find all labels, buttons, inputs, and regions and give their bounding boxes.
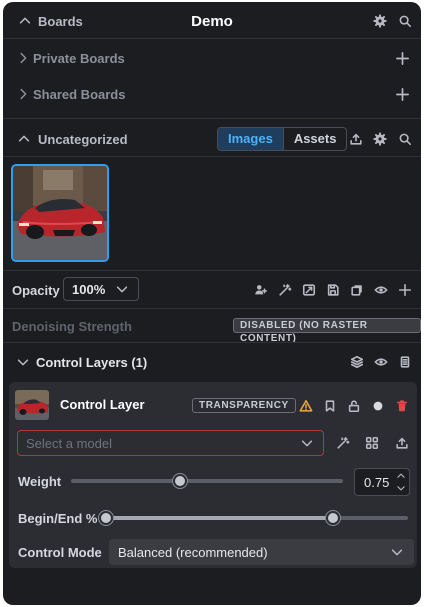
begin-end-label: Begin/End % xyxy=(18,511,98,526)
nodes-icon[interactable] xyxy=(364,435,380,451)
search-icon[interactable] xyxy=(397,13,413,29)
layers-icon[interactable] xyxy=(349,354,365,370)
denoise-row: Denoising Strength DISABLED (NO RASTER C… xyxy=(3,316,421,344)
opacity-row: Opacity 100% xyxy=(3,277,421,303)
magic-wand-icon[interactable] xyxy=(335,435,351,451)
chevron-up-icon[interactable] xyxy=(16,131,32,147)
fit-frame-icon[interactable] xyxy=(301,282,317,298)
gear-icon[interactable] xyxy=(372,13,388,29)
divider xyxy=(3,38,421,39)
transparency-badge: TRANSPARENCY xyxy=(192,398,296,413)
begin-end-fill xyxy=(106,516,333,520)
uncategorized-label[interactable]: Uncategorized xyxy=(38,132,128,147)
divider xyxy=(3,270,421,271)
upload-icon[interactable] xyxy=(394,435,410,451)
control-layers-header: Control Layers (1) xyxy=(3,351,421,373)
layer-name[interactable]: Control Layer xyxy=(60,397,145,412)
denoise-status-badge: DISABLED (NO RASTER CONTENT) xyxy=(233,318,421,344)
model-select[interactable]: Select a model xyxy=(17,430,324,456)
weight-slider[interactable] xyxy=(71,472,343,490)
delete-all-icon[interactable] xyxy=(397,354,413,370)
users-plus-icon[interactable] xyxy=(253,282,269,298)
layer-thumbnail[interactable] xyxy=(15,390,49,420)
weight-label: Weight xyxy=(18,474,62,489)
control-mode-value: Balanced (recommended) xyxy=(118,544,268,560)
save-icon[interactable] xyxy=(325,282,341,298)
eye-icon[interactable] xyxy=(373,282,389,298)
private-boards-row[interactable]: Private Boards xyxy=(3,48,421,68)
weight-slider-track xyxy=(71,479,343,483)
end-thumb[interactable] xyxy=(325,511,340,525)
warning-icon[interactable] xyxy=(298,398,314,414)
weight-slider-thumb[interactable] xyxy=(172,474,187,488)
model-placeholder: Select a model xyxy=(26,435,112,451)
increment-icon[interactable] xyxy=(395,470,407,482)
chevron-down-icon xyxy=(114,281,130,297)
chevron-down-icon xyxy=(389,544,405,560)
shared-boards-label[interactable]: Shared Boards xyxy=(33,87,125,102)
opacity-value: 100% xyxy=(72,281,106,297)
unlock-icon[interactable] xyxy=(346,398,362,414)
divider xyxy=(3,156,421,157)
shared-boards-row[interactable]: Shared Boards xyxy=(3,84,421,104)
opacity-label: Opacity xyxy=(12,282,60,298)
divider xyxy=(3,342,421,343)
magic-wand-icon[interactable] xyxy=(277,282,293,298)
private-boards-label[interactable]: Private Boards xyxy=(33,51,125,66)
boards-header: Boards Demo xyxy=(3,10,421,32)
opacity-select[interactable]: 100% xyxy=(63,277,139,301)
chevron-right-icon[interactable] xyxy=(15,86,31,102)
control-mode-select[interactable]: Balanced (recommended) xyxy=(109,539,414,565)
control-layer-card: Control Layer TRANSPARENCY Select a mode… xyxy=(9,382,417,568)
boards-panel: Boards Demo Private Boards Shared Boards xyxy=(3,2,421,605)
uncategorized-row: Uncategorized Images Assets xyxy=(3,126,421,152)
car-image xyxy=(15,390,49,420)
board-title: Demo xyxy=(191,12,233,30)
upload-icon[interactable] xyxy=(348,131,364,147)
tab-assets[interactable]: Assets xyxy=(284,128,347,150)
control-mode-label: Control Mode xyxy=(18,545,102,560)
weight-input[interactable]: 0.75 xyxy=(354,468,410,496)
eye-icon[interactable] xyxy=(373,354,389,370)
trash-icon[interactable] xyxy=(394,398,410,414)
gallery-tabs: Images Assets xyxy=(217,127,348,151)
tab-images[interactable]: Images xyxy=(218,128,284,150)
gallery-image-thumbnail[interactable] xyxy=(11,164,109,262)
add-icon[interactable] xyxy=(397,282,413,298)
search-icon[interactable] xyxy=(397,131,413,147)
begin-end-slider[interactable] xyxy=(99,509,408,527)
denoise-label: Denoising Strength xyxy=(12,318,132,334)
copy-layer-icon[interactable] xyxy=(349,282,365,298)
gear-icon[interactable] xyxy=(372,131,388,147)
decrement-icon[interactable] xyxy=(395,482,407,494)
chevron-down-icon xyxy=(299,435,315,451)
add-private-board-icon[interactable] xyxy=(393,49,411,67)
bookmark-icon[interactable] xyxy=(322,398,338,414)
enabled-dot-icon[interactable] xyxy=(370,398,386,414)
chevron-down-icon[interactable] xyxy=(15,354,31,370)
begin-thumb[interactable] xyxy=(99,511,113,525)
chevron-right-icon[interactable] xyxy=(15,50,31,66)
add-shared-board-icon[interactable] xyxy=(393,85,411,103)
control-layers-label[interactable]: Control Layers (1) xyxy=(36,355,147,370)
divider xyxy=(3,118,421,119)
divider xyxy=(3,308,421,309)
weight-value: 0.75 xyxy=(364,475,390,490)
car-image xyxy=(13,166,107,260)
